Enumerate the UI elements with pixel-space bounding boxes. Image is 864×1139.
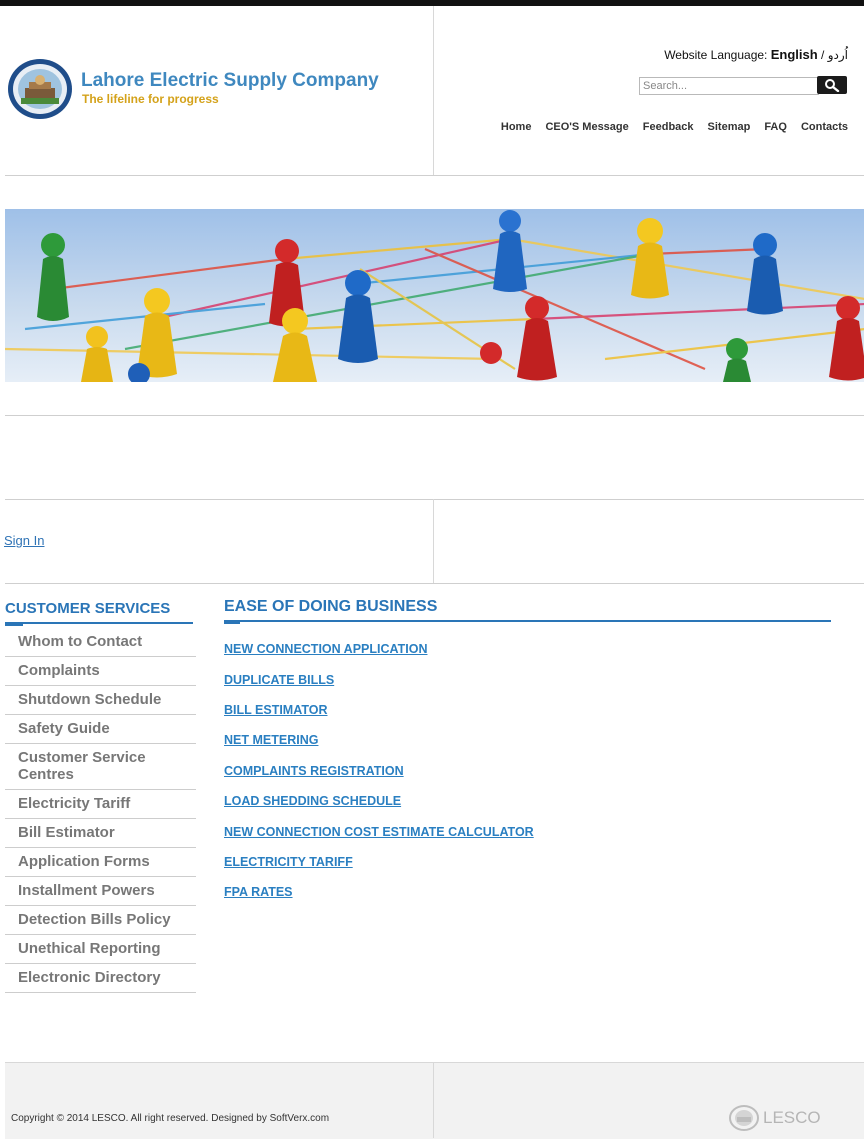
- sign-in-link[interactable]: Sign In: [4, 533, 44, 548]
- link-electricity-tariff[interactable]: ELECTRICITY TARIFF: [224, 855, 353, 869]
- menu-item-installment-powers[interactable]: Installment Powers: [5, 877, 196, 906]
- company-tagline: The lifeline for progress: [82, 92, 219, 106]
- search-input[interactable]: [639, 77, 819, 95]
- menu-item-detection-bills-policy[interactable]: Detection Bills Policy: [5, 906, 196, 935]
- signin-divider: [433, 499, 434, 583]
- top-navigation: Home CEO'S Message Feedback Sitemap FAQ …: [501, 121, 848, 133]
- network-pawns-image: [5, 209, 864, 382]
- menu-item-shutdown-schedule[interactable]: Shutdown Schedule: [5, 686, 196, 715]
- language-english-link[interactable]: English: [771, 47, 818, 62]
- menu-item-safety-guide[interactable]: Safety Guide: [5, 715, 196, 744]
- nav-contacts[interactable]: Contacts: [801, 121, 848, 133]
- nav-sitemap[interactable]: Sitemap: [708, 121, 751, 133]
- company-name: Lahore Electric Supply Company: [81, 70, 379, 91]
- link-load-shedding-schedule[interactable]: LOAD SHEDDING SCHEDULE: [224, 794, 401, 808]
- link-new-connection-cost-estimate-calculator[interactable]: NEW CONNECTION COST ESTIMATE CALCULATOR: [224, 825, 534, 839]
- nav-home[interactable]: Home: [501, 121, 532, 133]
- link-bill-estimator[interactable]: BILL ESTIMATOR: [224, 703, 327, 717]
- copyright-text: Copyright © 2014 LESCO. All right reserv…: [11, 1113, 330, 1124]
- menu-item-application-forms[interactable]: Application Forms: [5, 848, 196, 877]
- menu-item-whom-to-contact[interactable]: Whom to Contact: [5, 628, 196, 657]
- green-pawn: [37, 233, 69, 321]
- lesco-emblem-icon: [729, 1105, 759, 1131]
- ease-of-doing-business-rule: [224, 620, 831, 622]
- footer-logo-text: LESCO: [763, 1108, 821, 1127]
- site-logo[interactable]: Lahore Electric Supply Company The lifel…: [7, 58, 407, 120]
- search-button[interactable]: [817, 76, 847, 94]
- nav-faq[interactable]: FAQ: [764, 121, 787, 133]
- hero-banner: [5, 209, 864, 382]
- menu-item-complaints[interactable]: Complaints: [5, 657, 196, 686]
- language-urdu-link[interactable]: اُردو: [828, 48, 848, 62]
- language-label: Website Language:: [664, 48, 768, 62]
- customer-services-menu: Whom to Contact Complaints Shutdown Sche…: [5, 628, 196, 993]
- nav-feedback[interactable]: Feedback: [643, 121, 694, 133]
- link-duplicate-bills[interactable]: DUPLICATE BILLS: [224, 673, 334, 687]
- menu-item-bill-estimator[interactable]: Bill Estimator: [5, 819, 196, 848]
- menu-item-electronic-directory[interactable]: Electronic Directory: [5, 964, 196, 993]
- menu-item-electricity-tariff[interactable]: Electricity Tariff: [5, 790, 196, 819]
- ease-of-doing-business-rule-accent: [224, 620, 240, 624]
- ease-of-doing-business-heading: EASE OF DOING BUSINESS: [224, 598, 438, 615]
- menu-item-unethical-reporting[interactable]: Unethical Reporting: [5, 935, 196, 964]
- header-bottom-rule: [5, 175, 864, 176]
- banner-bottom-rule: [5, 415, 864, 416]
- menu-item-customer-service-centres[interactable]: Customer Service Centres: [5, 744, 196, 790]
- link-new-connection-application[interactable]: NEW CONNECTION APPLICATION: [224, 642, 427, 656]
- footer-logo: LESCO: [729, 1105, 821, 1131]
- link-complaints-registration[interactable]: COMPLAINTS REGISTRATION: [224, 764, 404, 778]
- customer-services-heading: CUSTOMER SERVICES: [5, 600, 171, 617]
- header-divider: [433, 6, 434, 176]
- nav-ceo-message[interactable]: CEO'S Message: [545, 121, 628, 133]
- signin-top-rule: [5, 499, 864, 500]
- top-border: [0, 0, 864, 6]
- link-net-metering[interactable]: NET METERING: [224, 733, 318, 747]
- footer-divider: [433, 1062, 434, 1138]
- language-selector: Website Language: English / اُردو: [664, 47, 848, 62]
- signin-bottom-rule: [5, 583, 864, 584]
- search-icon: [825, 79, 840, 92]
- lesco-emblem-icon: [8, 59, 72, 119]
- customer-services-rule-accent: [5, 622, 23, 626]
- link-fpa-rates[interactable]: FPA RATES: [224, 885, 293, 899]
- language-separator: /: [821, 48, 825, 62]
- customer-services-rule: [5, 622, 193, 624]
